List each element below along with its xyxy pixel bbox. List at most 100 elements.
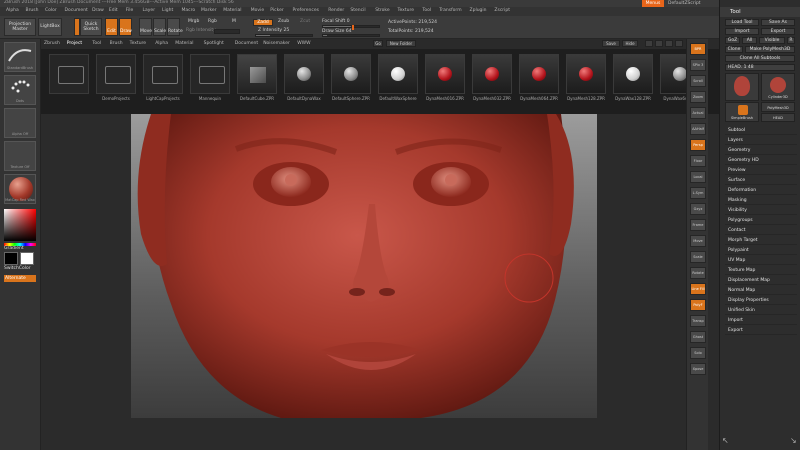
menu-light[interactable]: Light bbox=[162, 8, 173, 13]
tool-slot-head[interactable] bbox=[725, 73, 759, 101]
tool-slot-cylinder[interactable]: Cylinder3D bbox=[761, 73, 795, 101]
all-button[interactable]: All bbox=[742, 37, 757, 44]
tool-section-layers[interactable]: Layers bbox=[725, 136, 797, 145]
lightbox-tab-project[interactable]: Project bbox=[67, 41, 82, 46]
menu-stroke[interactable]: Stroke bbox=[375, 8, 389, 13]
tool-section-contact[interactable]: Contact bbox=[725, 226, 797, 235]
rgb-intensity-slider[interactable] bbox=[214, 29, 240, 34]
shelf-transp-button[interactable]: Transp bbox=[690, 315, 706, 327]
shelf-aahalf-button[interactable]: AAHalf bbox=[690, 123, 706, 135]
shelf-gxyz-button[interactable]: Gxyz bbox=[690, 203, 706, 215]
load-tool-button[interactable]: Load Tool bbox=[725, 19, 759, 26]
draw-button[interactable]: Draw bbox=[119, 18, 132, 36]
shelf-l-sym-button[interactable]: L.Sym bbox=[690, 187, 706, 199]
r-button[interactable]: R bbox=[787, 37, 795, 44]
tool-section-display-properties[interactable]: Display Properties bbox=[725, 296, 797, 305]
menu-document[interactable]: Document bbox=[65, 8, 88, 13]
lightbox-tab-zbrush[interactable]: Zbrush bbox=[44, 41, 60, 46]
menu-macro[interactable]: Macro bbox=[182, 8, 196, 13]
shelf-persp-button[interactable]: Persp bbox=[690, 139, 706, 151]
move-button[interactable]: Move bbox=[139, 18, 152, 36]
mrgb-button[interactable]: Mrgb bbox=[188, 19, 199, 24]
menu-draw[interactable]: Draw bbox=[92, 8, 104, 13]
lightbox-item[interactable] bbox=[613, 54, 653, 94]
zsub-button[interactable]: Zsub bbox=[278, 19, 289, 24]
tool-section-geometry[interactable]: Geometry bbox=[725, 146, 797, 155]
menu-marker[interactable]: Marker bbox=[201, 8, 217, 13]
tool-section-visibility[interactable]: Visibility bbox=[725, 206, 797, 215]
expand-arrow-icon[interactable]: ↘ bbox=[790, 436, 800, 446]
alternate-button[interactable]: Alternate bbox=[4, 275, 36, 282]
m-button[interactable]: M bbox=[232, 19, 236, 24]
lightbox-item[interactable] bbox=[425, 54, 465, 94]
current-tool-slider[interactable]: HEAD. 1 48 bbox=[725, 64, 795, 71]
lightbox-item[interactable] bbox=[96, 54, 136, 94]
menu-stencil[interactable]: Stencil bbox=[350, 8, 365, 13]
tool-section-texture-map[interactable]: Texture Map bbox=[725, 266, 797, 275]
shelf-local-button[interactable]: Local bbox=[690, 171, 706, 183]
tool-section-polypaint[interactable]: Polypaint bbox=[725, 246, 797, 255]
tool-section-displacement-map[interactable]: Displacement Map bbox=[725, 276, 797, 285]
lightbox-save-button[interactable]: Save bbox=[602, 40, 620, 47]
zcut-button[interactable]: Zcut bbox=[300, 19, 310, 24]
lightbox-view-small-button[interactable] bbox=[645, 40, 653, 47]
color-picker[interactable] bbox=[4, 209, 36, 241]
shelf-frame-button[interactable]: Frame bbox=[690, 219, 706, 231]
import-button[interactable]: Import bbox=[725, 28, 759, 35]
projection-master-button[interactable]: Projection Master bbox=[4, 18, 36, 36]
shelf-ghost-button[interactable]: Ghost bbox=[690, 331, 706, 343]
lightbox-tab-www[interactable]: WWW bbox=[297, 41, 310, 46]
stroke-thumbnail[interactable]: Dots bbox=[4, 75, 36, 105]
tool-slot-simplebrush[interactable]: SimpleBrush bbox=[725, 102, 759, 122]
menu-file[interactable]: File bbox=[126, 8, 134, 13]
z-intensity-slider[interactable] bbox=[255, 34, 313, 37]
menu-zplugin[interactable]: Zplugin bbox=[470, 8, 487, 13]
shelf-solo-button[interactable]: Solo bbox=[690, 347, 706, 359]
gradient-label[interactable]: Gradient bbox=[4, 246, 24, 251]
menu-zscript[interactable]: Zscript bbox=[494, 8, 510, 13]
menu-render[interactable]: Render bbox=[328, 8, 344, 13]
make-polymesh-button[interactable]: Make PolyMesh3D bbox=[745, 46, 795, 53]
zadd-button[interactable]: Zadd bbox=[253, 19, 273, 26]
menu-alpha[interactable]: Alpha bbox=[6, 8, 19, 13]
menu-preferences[interactable]: Preferences bbox=[293, 8, 319, 13]
save-as-button[interactable]: Save As bbox=[761, 19, 795, 26]
menu-texture[interactable]: Texture bbox=[398, 8, 414, 13]
menu-brush[interactable]: Brush bbox=[26, 8, 39, 13]
tool-section-masking[interactable]: Masking bbox=[725, 196, 797, 205]
menu-color[interactable]: Color bbox=[45, 8, 57, 13]
tool-section-normal-map[interactable]: Normal Map bbox=[725, 286, 797, 295]
lightbox-item[interactable] bbox=[378, 54, 418, 94]
shelf-floor-button[interactable]: Floor bbox=[690, 155, 706, 167]
rotate-button[interactable]: Rotate bbox=[167, 18, 183, 36]
menu-tool[interactable]: Tool bbox=[422, 8, 431, 13]
switch-color-button[interactable]: SwitchColor bbox=[4, 266, 31, 271]
draw-size-slider[interactable] bbox=[322, 34, 380, 37]
menus-button[interactable]: Menus bbox=[642, 0, 664, 7]
lightbox-hide-button[interactable]: Hide bbox=[622, 40, 638, 47]
menu-edit[interactable]: Edit bbox=[109, 8, 118, 13]
export-button[interactable]: Export bbox=[761, 28, 795, 35]
lightbox-item[interactable] bbox=[331, 54, 371, 94]
tool-section-preview[interactable]: Preview bbox=[725, 166, 797, 175]
menu-picker[interactable]: Picker bbox=[270, 8, 283, 13]
scale-button[interactable]: Scale bbox=[153, 18, 166, 36]
lightbox-item[interactable] bbox=[190, 54, 230, 94]
lightbox-tab-texture[interactable]: Texture bbox=[130, 41, 146, 46]
shelf-polyf-button[interactable]: PolyF bbox=[690, 299, 706, 311]
shelf-line-fill-button[interactable]: Line Fill bbox=[690, 283, 706, 295]
rgb-button[interactable]: Rgb bbox=[208, 19, 217, 24]
tool-section-geometry-hd[interactable]: Geometry HD bbox=[725, 156, 797, 165]
lightbox-item[interactable] bbox=[284, 54, 324, 94]
shelf-rotate-button[interactable]: Rotate bbox=[690, 267, 706, 279]
document-canvas[interactable] bbox=[131, 114, 597, 418]
texture-thumbnail[interactable]: Texture Off bbox=[4, 141, 36, 171]
alpha-thumbnail[interactable]: Alpha Off bbox=[4, 108, 36, 138]
lightbox-tab-noisemaker[interactable]: Noisemaker bbox=[263, 41, 290, 46]
shelf-move-button[interactable]: Move bbox=[690, 235, 706, 247]
menu-movie[interactable]: Movie bbox=[251, 8, 264, 13]
main-color-swatch[interactable] bbox=[4, 252, 18, 265]
lightbox-button[interactable]: LightBox bbox=[38, 18, 62, 36]
lightbox-view-medium-button[interactable] bbox=[655, 40, 663, 47]
tool-section-import[interactable]: Import bbox=[725, 316, 797, 325]
